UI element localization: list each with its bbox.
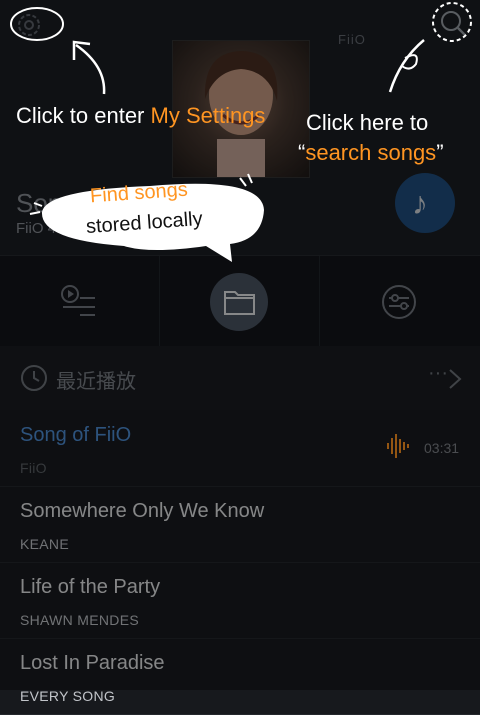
song-duration: 03:31 bbox=[424, 440, 460, 456]
song-artist: EVERY SONG bbox=[20, 688, 116, 704]
now-playing-button[interactable]: ♪ bbox=[395, 173, 455, 233]
now-playing-header: FiiO Song of FiiO FiiO 44KHz 1411kbps ♪ bbox=[0, 0, 480, 255]
chevron-right-icon bbox=[449, 369, 462, 389]
song-list: Song of FiiO FiiO 03:31 Somewhere Only W… bbox=[0, 410, 480, 715]
more-icon: ··· bbox=[428, 362, 448, 384]
equalizer-icon bbox=[382, 285, 416, 319]
song-title: Song of FiiO bbox=[20, 424, 132, 446]
song-row[interactable]: Somewhere Only We Know KEANE bbox=[0, 486, 480, 563]
tab-playlist[interactable] bbox=[0, 256, 160, 346]
recent-plays-bar[interactable]: 最近播放 ··· bbox=[0, 346, 480, 410]
song-title: Lost In Paradise bbox=[20, 652, 165, 674]
folder-icon bbox=[224, 291, 255, 315]
folder-button[interactable] bbox=[210, 273, 268, 331]
playlist-icon bbox=[61, 285, 95, 316]
song-artist: FiiO bbox=[20, 460, 47, 476]
tab-local-folder[interactable] bbox=[159, 256, 320, 346]
now-playing-title: Song of FiiO bbox=[16, 188, 161, 218]
clock-icon bbox=[21, 365, 47, 391]
song-row[interactable]: Lost In Paradise EVERY SONG bbox=[0, 638, 480, 715]
app-logo: FiiO bbox=[338, 32, 366, 47]
tab-bar bbox=[0, 255, 480, 347]
album-portrait-image bbox=[204, 51, 278, 177]
search-icon[interactable] bbox=[438, 8, 468, 38]
song-title: Somewhere Only We Know bbox=[20, 500, 265, 522]
now-playing-meta: FiiO 44KHz 1411kbps bbox=[16, 220, 161, 237]
music-note-icon: ♪ bbox=[412, 185, 428, 221]
song-row-playing[interactable]: Song of FiiO FiiO 03:31 bbox=[0, 410, 480, 487]
song-artist: SHAWN MENDES bbox=[20, 612, 139, 628]
song-artist: KEANE bbox=[20, 536, 69, 552]
playing-waveform-icon bbox=[387, 434, 409, 458]
album-art[interactable] bbox=[172, 40, 310, 178]
recent-plays-label: 最近播放 bbox=[56, 371, 136, 393]
song-row[interactable]: Life of the Party SHAWN MENDES bbox=[0, 562, 480, 639]
tab-equalizer[interactable] bbox=[319, 256, 480, 346]
song-title: Life of the Party bbox=[20, 576, 161, 598]
settings-gear-icon[interactable] bbox=[14, 10, 44, 40]
